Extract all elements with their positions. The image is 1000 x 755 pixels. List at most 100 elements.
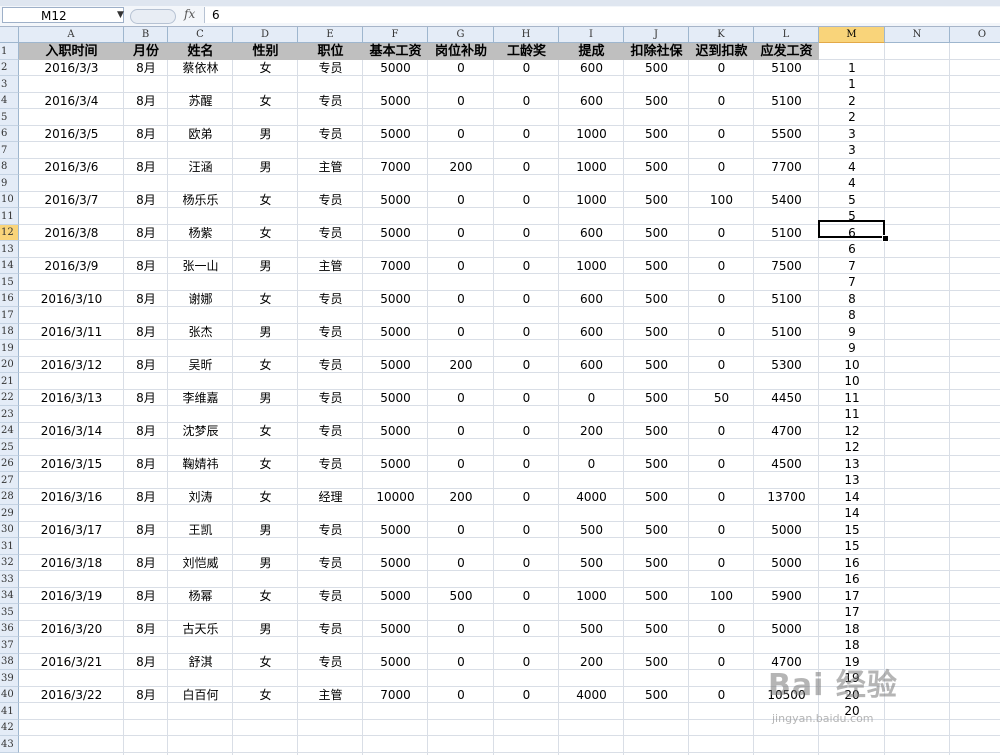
header-cell[interactable]: 基本工资 [363, 43, 428, 60]
select-all-button[interactable] [0, 27, 19, 43]
data-cell[interactable]: 0 [494, 126, 559, 142]
data-cell[interactable]: 600 [559, 60, 624, 76]
data-cell[interactable]: 0 [494, 192, 559, 208]
data-cell[interactable]: 500 [428, 588, 494, 604]
column-header-l[interactable]: L [754, 27, 819, 43]
data-cell[interactable]: 500 [559, 522, 624, 538]
data-cell[interactable]: 1000 [559, 126, 624, 142]
data-cell[interactable]: 5000 [754, 555, 819, 571]
formula-input[interactable]: 6 [204, 7, 1000, 23]
data-cell[interactable]: 500 [559, 555, 624, 571]
data-cell[interactable]: 0 [428, 225, 494, 241]
row-header[interactable]: 3 [0, 76, 19, 93]
helper-cell[interactable]: 11 [819, 406, 885, 423]
data-cell[interactable]: 600 [559, 324, 624, 340]
data-cell[interactable]: 0 [428, 93, 494, 109]
row-header[interactable]: 19 [0, 340, 19, 357]
data-cell[interactable]: 0 [494, 522, 559, 538]
data-cell[interactable]: 2016/3/15 [19, 456, 124, 472]
data-cell[interactable]: 2016/3/16 [19, 489, 124, 505]
data-cell[interactable]: 5000 [363, 60, 428, 76]
data-cell[interactable]: 女 [233, 423, 298, 439]
data-cell[interactable]: 专员 [298, 324, 363, 340]
row-header[interactable]: 15 [0, 274, 19, 291]
data-cell[interactable]: 女 [233, 291, 298, 307]
data-cell[interactable]: 8月 [124, 258, 168, 274]
row-header[interactable]: 43 [0, 736, 19, 753]
row-header[interactable]: 33 [0, 571, 19, 588]
data-cell[interactable]: 0 [689, 60, 754, 76]
data-cell[interactable]: 0 [689, 423, 754, 439]
data-cell[interactable]: 0 [494, 555, 559, 571]
fill-handle[interactable] [882, 235, 889, 242]
data-cell[interactable]: 4500 [754, 456, 819, 472]
data-cell[interactable]: 2016/3/4 [19, 93, 124, 109]
row-header[interactable]: 9 [0, 175, 19, 192]
row-header[interactable]: 30 [0, 522, 19, 538]
data-cell[interactable]: 2016/3/18 [19, 555, 124, 571]
data-cell[interactable]: 1000 [559, 588, 624, 604]
row-header[interactable]: 8 [0, 159, 19, 175]
data-cell[interactable]: 500 [624, 225, 689, 241]
data-cell[interactable]: 500 [624, 390, 689, 406]
row-header[interactable]: 25 [0, 439, 19, 456]
row-header[interactable]: 16 [0, 291, 19, 307]
row-header[interactable]: 35 [0, 604, 19, 621]
data-cell[interactable]: 500 [624, 489, 689, 505]
data-cell[interactable]: 鞠婧祎 [168, 456, 233, 472]
helper-cell[interactable]: 12 [819, 423, 885, 439]
data-cell[interactable]: 2016/3/22 [19, 687, 124, 703]
data-cell[interactable]: 500 [624, 291, 689, 307]
data-cell[interactable]: 张杰 [168, 324, 233, 340]
chevron-down-icon[interactable]: ▼ [117, 11, 124, 20]
row-header[interactable]: 24 [0, 423, 19, 439]
helper-cell[interactable]: 1 [819, 60, 885, 76]
header-cell[interactable]: 提成 [559, 43, 624, 60]
column-header-e[interactable]: E [298, 27, 363, 43]
data-cell[interactable]: 0 [559, 456, 624, 472]
row-header[interactable]: 13 [0, 241, 19, 258]
data-cell[interactable]: 500 [624, 126, 689, 142]
data-cell[interactable]: 500 [624, 159, 689, 175]
column-header-i[interactable]: I [559, 27, 624, 43]
data-cell[interactable]: 专员 [298, 654, 363, 670]
data-cell[interactable]: 0 [559, 390, 624, 406]
row-header[interactable]: 7 [0, 142, 19, 159]
data-cell[interactable]: 8月 [124, 93, 168, 109]
data-cell[interactable]: 专员 [298, 390, 363, 406]
helper-cell[interactable]: 2 [819, 93, 885, 109]
helper-cell[interactable]: 10 [819, 373, 885, 390]
data-cell[interactable]: 5000 [363, 357, 428, 373]
data-cell[interactable]: 沈梦辰 [168, 423, 233, 439]
data-cell[interactable]: 5100 [754, 291, 819, 307]
helper-cell[interactable]: 18 [819, 621, 885, 637]
row-header[interactable]: 39 [0, 670, 19, 687]
data-cell[interactable]: 0 [494, 489, 559, 505]
data-cell[interactable]: 600 [559, 357, 624, 373]
data-cell[interactable]: 女 [233, 588, 298, 604]
helper-cell[interactable]: 15 [819, 522, 885, 538]
row-header[interactable]: 20 [0, 357, 19, 373]
row-header[interactable]: 5 [0, 109, 19, 126]
data-cell[interactable]: 男 [233, 159, 298, 175]
data-cell[interactable]: 0 [689, 621, 754, 637]
helper-cell[interactable]: 3 [819, 142, 885, 159]
helper-cell[interactable]: 2 [819, 109, 885, 126]
row-header[interactable]: 37 [0, 637, 19, 654]
data-cell[interactable]: 0 [494, 423, 559, 439]
row-header[interactable]: 12 [0, 225, 19, 241]
data-cell[interactable]: 2016/3/9 [19, 258, 124, 274]
data-cell[interactable]: 500 [624, 258, 689, 274]
row-header[interactable]: 23 [0, 406, 19, 423]
data-cell[interactable]: 5900 [754, 588, 819, 604]
data-cell[interactable]: 4450 [754, 390, 819, 406]
helper-cell[interactable]: 4 [819, 175, 885, 192]
data-cell[interactable]: 8月 [124, 192, 168, 208]
column-header-f[interactable]: F [363, 27, 428, 43]
data-cell[interactable]: 男 [233, 324, 298, 340]
data-cell[interactable]: 0 [428, 258, 494, 274]
data-cell[interactable]: 0 [494, 324, 559, 340]
data-cell[interactable]: 500 [559, 621, 624, 637]
helper-cell[interactable]: 9 [819, 340, 885, 357]
helper-cell[interactable]: 13 [819, 456, 885, 472]
